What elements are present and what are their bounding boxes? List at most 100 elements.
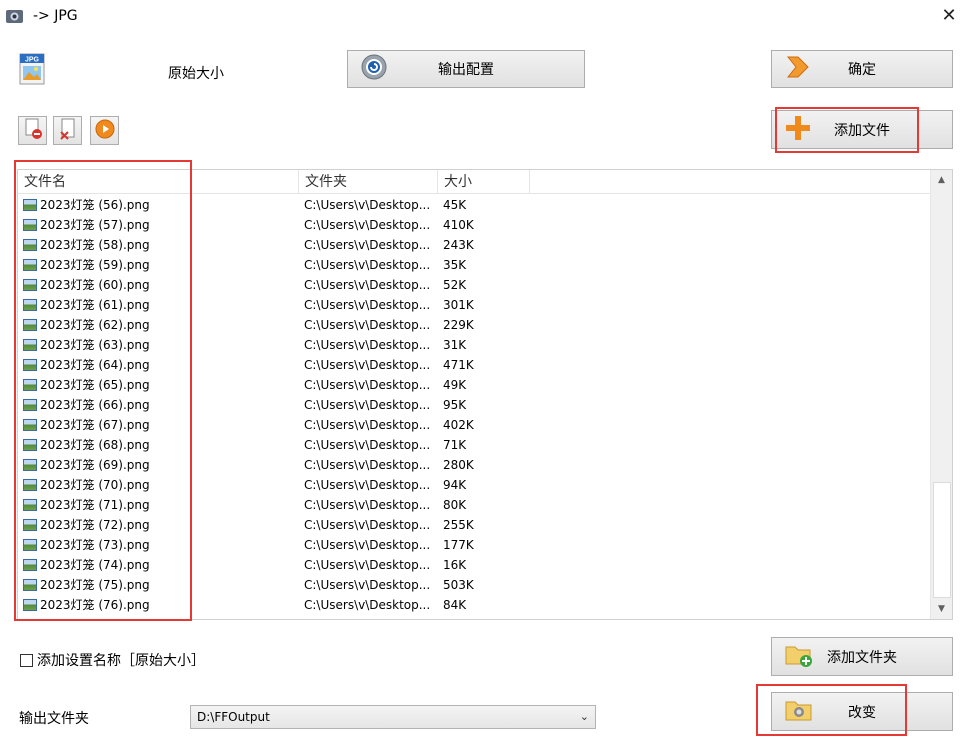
table-row[interactable]: 2023灯笼 (63).png C:\Users\v\Desktop... 31K — [18, 335, 930, 355]
table-row[interactable]: 2023灯笼 (66).png C:\Users\v\Desktop... 95K — [18, 395, 930, 415]
table-row[interactable]: 2023灯笼 (65).png C:\Users\v\Desktop... 49K — [18, 375, 930, 395]
scroll-track[interactable] — [932, 190, 951, 599]
folder-cell: C:\Users\v\Desktop... — [304, 558, 431, 572]
output-folder-label: 输出文件夹 — [19, 711, 89, 727]
table-row[interactable]: 2023灯笼 (59).png C:\Users\v\Desktop... 35K — [18, 255, 930, 275]
table-row[interactable]: 2023灯笼 (69).png C:\Users\v\Desktop... 280K — [18, 455, 930, 475]
file-name-text: 2023灯笼 (66).png — [40, 398, 150, 412]
file-name-cell: 2023灯笼 (76).png — [23, 595, 150, 615]
change-button[interactable]: 改变 — [771, 692, 953, 731]
table-row[interactable]: 2023灯笼 (61).png C:\Users\v\Desktop... 301K — [18, 295, 930, 315]
image-file-icon — [23, 199, 37, 211]
folder-cell: C:\Users\v\Desktop... — [304, 198, 431, 212]
column-folder[interactable]: 文件夹 — [299, 170, 438, 194]
folder-add-icon — [784, 642, 814, 672]
size-cell: 80K — [443, 498, 467, 512]
folder-cell: C:\Users\v\Desktop... — [304, 438, 431, 452]
scroll-down-icon[interactable]: ▼ — [931, 599, 952, 619]
table-row[interactable]: 2023灯笼 (57).png C:\Users\v\Desktop... 410K — [18, 215, 930, 235]
table-row[interactable]: 2023灯笼 (64).png C:\Users\v\Desktop... 471K — [18, 355, 930, 375]
size-cell: 35K — [443, 258, 467, 272]
table-row[interactable]: 2023灯笼 (58).png C:\Users\v\Desktop... 243K — [18, 235, 930, 255]
file-name-cell: 2023灯笼 (74).png — [23, 555, 150, 575]
image-file-icon — [23, 459, 37, 471]
table-row[interactable]: 2023灯笼 (60).png C:\Users\v\Desktop... 52K — [18, 275, 930, 295]
jpg-file-icon: JPG — [18, 53, 48, 85]
image-file-icon — [23, 419, 37, 431]
file-name-cell: 2023灯笼 (72).png — [23, 515, 150, 535]
remove-file-button[interactable] — [18, 116, 47, 145]
scroll-up-icon[interactable]: ▲ — [931, 170, 952, 190]
table-row[interactable]: 2023灯笼 (73).png C:\Users\v\Desktop... 177K — [18, 535, 930, 555]
add-setting-name-option[interactable]: 添加设置名称［原始大小］ — [20, 650, 205, 670]
size-cell: 94K — [443, 478, 467, 492]
table-row[interactable]: 2023灯笼 (71).png C:\Users\v\Desktop... 80K — [18, 495, 930, 515]
table-row[interactable]: 2023灯笼 (76).png C:\Users\v\Desktop... 84K — [18, 595, 930, 615]
output-config-button[interactable]: 输出配置 — [347, 50, 585, 88]
image-file-icon — [23, 259, 37, 271]
file-name-cell: 2023灯笼 (59).png — [23, 255, 150, 275]
add-folder-label: 添加文件夹 — [827, 649, 897, 666]
table-row[interactable]: 2023灯笼 (62).png C:\Users\v\Desktop... 229K — [18, 315, 930, 335]
arrow-right-icon — [784, 54, 812, 84]
table-row[interactable]: 2023灯笼 (56).png C:\Users\v\Desktop... 45K — [18, 195, 930, 215]
close-icon[interactable]: ✕ — [938, 5, 960, 27]
table-row[interactable]: 2023灯笼 (75).png C:\Users\v\Desktop... 503K — [18, 575, 930, 595]
size-cell: 71K — [443, 438, 467, 452]
window-title: -> JPG — [33, 8, 78, 24]
table-row[interactable]: 2023灯笼 (68).png C:\Users\v\Desktop... 71K — [18, 435, 930, 455]
add-folder-button[interactable]: 添加文件夹 — [771, 637, 953, 676]
folder-cell: C:\Users\v\Desktop... — [304, 578, 431, 592]
file-name-cell: 2023灯笼 (62).png — [23, 315, 150, 335]
play-icon — [95, 119, 115, 143]
file-name-cell: 2023灯笼 (63).png — [23, 335, 150, 355]
output-folder-select[interactable]: D:\FFOutput ⌄ — [190, 705, 596, 729]
column-size[interactable]: 大小 — [438, 170, 530, 194]
file-name-text: 2023灯笼 (65).png — [40, 378, 150, 392]
file-name-text: 2023灯笼 (72).png — [40, 518, 150, 532]
gear-icon — [360, 53, 388, 85]
folder-cell: C:\Users\v\Desktop... — [304, 258, 431, 272]
folder-cell: C:\Users\v\Desktop... — [304, 418, 431, 432]
file-list[interactable]: 文件名 文件夹 大小 2023灯笼 (56).png C:\Users\v\Des… — [17, 169, 953, 620]
file-name-cell: 2023灯笼 (56).png — [23, 195, 150, 215]
scroll-thumb[interactable] — [933, 482, 951, 598]
file-name-text: 2023灯笼 (56).png — [40, 198, 150, 212]
size-cell: 45K — [443, 198, 467, 212]
size-cell: 177K — [443, 538, 474, 552]
size-cell: 402K — [443, 418, 474, 432]
change-label: 改变 — [848, 704, 876, 721]
file-name-cell: 2023灯笼 (57).png — [23, 215, 150, 235]
table-row[interactable]: 2023灯笼 (67).png C:\Users\v\Desktop... 402K — [18, 415, 930, 435]
image-file-icon — [23, 499, 37, 511]
file-name-cell: 2023灯笼 (58).png — [23, 235, 150, 255]
clear-list-button[interactable] — [53, 116, 82, 145]
table-row[interactable]: 2023灯笼 (74).png C:\Users\v\Desktop... 16K — [18, 555, 930, 575]
file-name-cell: 2023灯笼 (66).png — [23, 395, 150, 415]
ok-button[interactable]: 确定 — [771, 50, 953, 88]
file-name-text: 2023灯笼 (75).png — [40, 578, 150, 592]
table-row[interactable]: 2023灯笼 (72).png C:\Users\v\Desktop... 255K — [18, 515, 930, 535]
remove-file-icon — [23, 118, 43, 144]
file-name-text: 2023灯笼 (71).png — [40, 498, 150, 512]
file-list-rows: 2023灯笼 (56).png C:\Users\v\Desktop... 45K 2… — [18, 195, 930, 615]
column-filename[interactable]: 文件名 — [18, 170, 299, 194]
size-cell: 280K — [443, 458, 474, 472]
folder-cell: C:\Users\v\Desktop... — [304, 598, 431, 612]
chevron-down-icon[interactable]: ⌄ — [580, 706, 589, 728]
size-cell: 301K — [443, 298, 474, 312]
add-setting-name-checkbox[interactable] — [20, 653, 33, 667]
file-name-cell: 2023灯笼 (60).png — [23, 275, 150, 295]
table-row[interactable]: 2023灯笼 (70).png C:\Users\v\Desktop... 94K — [18, 475, 930, 495]
image-file-icon — [23, 599, 37, 611]
file-list-header: 文件名 文件夹 大小 — [18, 170, 930, 194]
image-file-icon — [23, 519, 37, 531]
image-file-icon — [23, 299, 37, 311]
play-button[interactable] — [90, 116, 119, 145]
add-file-button[interactable]: 添加文件 — [771, 110, 953, 149]
folder-camera-icon — [784, 698, 814, 726]
folder-cell: C:\Users\v\Desktop... — [304, 478, 431, 492]
vertical-scrollbar[interactable]: ▲ ▼ — [930, 170, 952, 619]
output-config-label: 输出配置 — [438, 62, 494, 78]
file-name-text: 2023灯笼 (69).png — [40, 458, 150, 472]
